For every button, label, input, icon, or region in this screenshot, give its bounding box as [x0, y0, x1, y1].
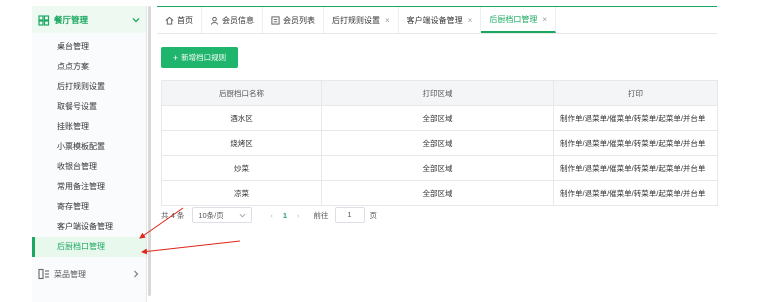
- sidebar-item-receipt-template[interactable]: 小票模板配置: [32, 137, 146, 157]
- table-row[interactable]: 烧烤区 全部区域 制作单/退菜单/催菜单/转菜单/起菜单/并台单: [161, 130, 718, 156]
- print-types-cell: 制作单/退菜单/催菜单/转菜单/起菜单/并台单: [553, 180, 718, 206]
- submenu: 桌台管理 点点方案 后打规则设置 取餐号设置 挂账管理 小票模板配置 收银台管理…: [32, 33, 146, 257]
- stations-table: 后厨档口名称 打印区域 打印 酒水区 全部区域 制作单/退菜单/催菜单/转菜单/…: [161, 80, 718, 206]
- close-icon[interactable]: ×: [542, 15, 547, 24]
- sidebar-item-credit-management[interactable]: 挂账管理: [32, 117, 146, 137]
- column-header: 打印区域: [321, 80, 554, 106]
- tab-label: 会员信息: [222, 15, 254, 25]
- print-types-cell: 制作单/退菜单/催菜单/转菜单/起菜单/并台单: [553, 105, 718, 131]
- total-count: 共 4 条: [161, 210, 185, 220]
- sidebar-item-table-management[interactable]: 桌台管理: [32, 37, 146, 57]
- table-header-row: 后厨档口名称 打印区域 打印: [161, 80, 718, 106]
- table-row[interactable]: 酒水区 全部区域 制作单/退菜单/催菜单/转菜单/起菜单/并台单: [161, 105, 718, 131]
- print-area-cell: 全部区域: [321, 105, 554, 131]
- pagination: 共 4 条 10条/页 ‹ 1 › 前往 1 页: [161, 206, 377, 224]
- tab-label: 会员列表: [283, 15, 315, 25]
- goto-page-input[interactable]: 1: [334, 207, 365, 223]
- sidebar: 餐厅管理 桌台管理 点点方案 后打规则设置 取餐号设置 挂账管理 小票模板配置 …: [32, 6, 151, 302]
- sidebar-item-storage[interactable]: 寄存管理: [32, 197, 146, 217]
- tab-print-rules[interactable]: 后打规则设置 ×: [324, 7, 399, 33]
- main-content: + 新增档口规则 后厨档口名称 打印区域 打印 酒水区 全部区域 制作单/退菜单…: [157, 33, 718, 302]
- dish-icon: [38, 268, 49, 280]
- print-types-cell: 制作单/退菜单/催菜单/转菜单/起菜单/并台单: [553, 130, 718, 156]
- sidebar-item-order-plan[interactable]: 点点方案: [32, 57, 146, 77]
- current-page[interactable]: 1: [283, 211, 287, 220]
- page-size-value: 10条/页: [198, 210, 224, 220]
- tab-member-info[interactable]: 会员信息: [202, 7, 263, 33]
- sidebar-item-remarks[interactable]: 常用备注管理: [32, 177, 146, 197]
- tab-label: 客户端设备管理: [406, 15, 463, 25]
- prev-page-icon[interactable]: ‹: [270, 211, 273, 220]
- tab-kitchen-stations[interactable]: 后厨档口管理 ×: [481, 7, 557, 33]
- tab-bar: 首页 会员信息 会员列表 后打规则设置 × 客户端设备管理 × 后厨档口管理 ×: [157, 6, 717, 34]
- tab-member-list[interactable]: 会员列表: [263, 7, 324, 33]
- tab-client-devices[interactable]: 客户端设备管理 ×: [399, 7, 482, 33]
- station-name-cell: 烧烤区: [161, 130, 322, 156]
- chevron-right-icon: [134, 270, 139, 278]
- tab-label: 首页: [177, 15, 193, 25]
- list-icon: [271, 15, 280, 25]
- sidebar-item-kitchen-stations[interactable]: 后厨档口管理: [32, 237, 146, 257]
- page-size-select[interactable]: 10条/页: [192, 207, 253, 223]
- add-station-rule-button[interactable]: + 新增档口规则: [161, 47, 238, 68]
- menu-group-label: 餐厅管理: [54, 14, 89, 25]
- print-area-cell: 全部区域: [321, 130, 554, 156]
- sidebar-scrollbar[interactable]: [148, 6, 151, 296]
- goto-label: 前往: [313, 210, 329, 220]
- plus-icon: +: [172, 52, 179, 63]
- table-row[interactable]: 凉菜 全部区域 制作单/退菜单/催菜单/转菜单/起菜单/并台单: [161, 180, 718, 206]
- print-types-cell: 制作单/退菜单/催菜单/转菜单/起菜单/并台单: [553, 155, 718, 181]
- menu-group-label: 菜品管理: [54, 269, 86, 279]
- next-page-icon[interactable]: ›: [297, 211, 300, 220]
- user-icon: [210, 16, 219, 25]
- sidebar-item-client-devices[interactable]: 客户端设备管理: [32, 217, 146, 237]
- sidebar-item-cashier[interactable]: 收银台管理: [32, 157, 146, 177]
- column-header: 后厨档口名称: [161, 80, 322, 106]
- print-area-cell: 全部区域: [321, 155, 554, 181]
- chevron-down-icon: [239, 213, 246, 218]
- tab-label: 后打规则设置: [332, 15, 380, 25]
- store-icon: [38, 14, 50, 26]
- add-button-label: 新增档口规则: [181, 53, 227, 62]
- station-name-cell: 凉菜: [161, 180, 322, 206]
- close-icon[interactable]: ×: [385, 16, 390, 25]
- menu-group-restaurant[interactable]: 餐厅管理: [32, 6, 146, 33]
- station-name-cell: 炒菜: [161, 155, 322, 181]
- chevron-down-icon: [132, 17, 140, 22]
- close-icon[interactable]: ×: [468, 16, 473, 25]
- sidebar-item-pickup-number[interactable]: 取餐号设置: [32, 97, 146, 117]
- tab-home[interactable]: 首页: [157, 7, 202, 33]
- print-area-cell: 全部区域: [321, 180, 554, 206]
- column-header: 打印: [553, 80, 718, 106]
- page-unit: 页: [369, 210, 378, 220]
- menu-group-dishes[interactable]: 菜品管理: [32, 263, 146, 285]
- tab-label: 后厨档口管理: [489, 14, 538, 24]
- home-icon: [165, 16, 174, 25]
- sidebar-item-print-rules[interactable]: 后打规则设置: [32, 77, 146, 97]
- table-row[interactable]: 炒菜 全部区域 制作单/退菜单/催菜单/转菜单/起菜单/并台单: [161, 155, 718, 181]
- station-name-cell: 酒水区: [161, 105, 322, 131]
